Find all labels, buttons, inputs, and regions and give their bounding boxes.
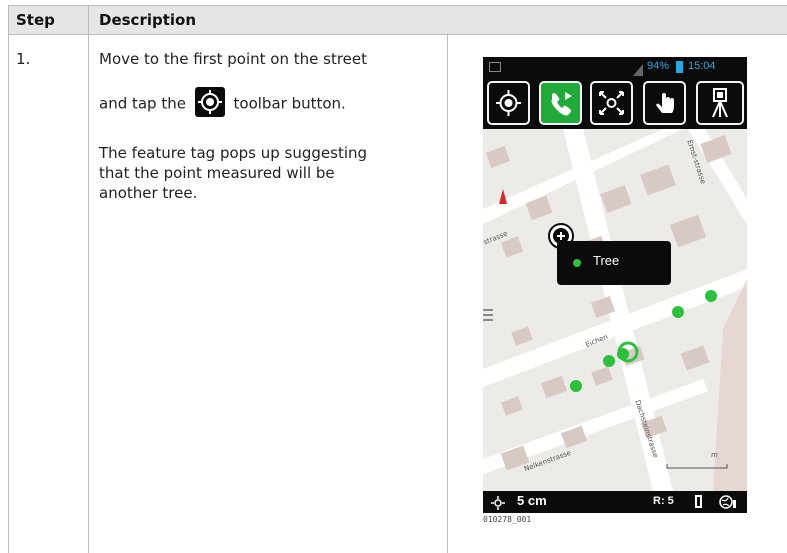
rover-icon: [695, 495, 702, 508]
step-text-line2: and tap the toolbar button.: [99, 87, 346, 119]
device-screenshot: 94% 15:04 strasse Eichen Dachsteinstrass…: [483, 57, 747, 513]
status-time: 15:04: [688, 60, 716, 72]
table-divider-step: [88, 5, 89, 553]
toolbar-instrument-button[interactable]: [696, 81, 744, 125]
tap-hand-icon: [645, 93, 684, 127]
north-arrow-icon: [499, 189, 507, 204]
signal-icon: [633, 61, 643, 76]
feature-tag-label: Tree: [593, 253, 620, 268]
total-station-icon: [698, 88, 742, 127]
toolbar-target-button[interactable]: [487, 81, 530, 125]
scale-label: m: [711, 451, 718, 459]
step-text-line3b: that the point measured will be: [99, 164, 335, 182]
map-canvas: [483, 129, 747, 491]
map-view[interactable]: strasse Eichen Dachsteinstrasse Nelkenst…: [483, 129, 747, 491]
header-description: Description: [99, 11, 197, 29]
step-text-line3a: The feature tag pops up suggesting: [99, 144, 368, 162]
bottom-bar: 5 cm R: 5: [483, 491, 747, 513]
toolbar-tap-button[interactable]: [643, 81, 686, 125]
feature-dot-icon: [573, 259, 581, 267]
toolbar-phone-button[interactable]: [539, 81, 582, 125]
table-header: Step Description: [8, 5, 787, 35]
target-icon: [489, 90, 528, 127]
locate-button-icon: [194, 87, 225, 117]
figure-caption: 010278_001: [483, 515, 532, 524]
battery-icon: [676, 61, 683, 73]
menu-handle-icon[interactable]: [483, 307, 493, 321]
r-value: R: 5: [653, 495, 674, 507]
gallery-icon: [489, 62, 501, 72]
toolbar-zoom-button[interactable]: [590, 81, 633, 125]
battery-percent: 94%: [647, 60, 670, 72]
globe-icon: [719, 494, 737, 514]
table-border-left: [8, 5, 9, 553]
step-text-pre: and tap the: [99, 94, 186, 113]
step-text-line3c: another tree.: [99, 184, 198, 202]
precision-value: 5 cm: [517, 493, 547, 508]
phone-play-icon: [541, 92, 580, 127]
step-number: 1.: [16, 50, 31, 68]
table-divider-image: [447, 33, 448, 553]
position-icon: [491, 495, 505, 514]
status-bar: 94% 15:04: [483, 57, 747, 78]
header-step: Step: [16, 11, 55, 29]
step-text-post: toolbar button.: [233, 94, 346, 113]
zoom-to-point-icon: [592, 91, 631, 127]
feature-tag-popup[interactable]: Tree: [557, 241, 671, 285]
step-text-line1: Move to the first point on the street: [99, 50, 368, 68]
